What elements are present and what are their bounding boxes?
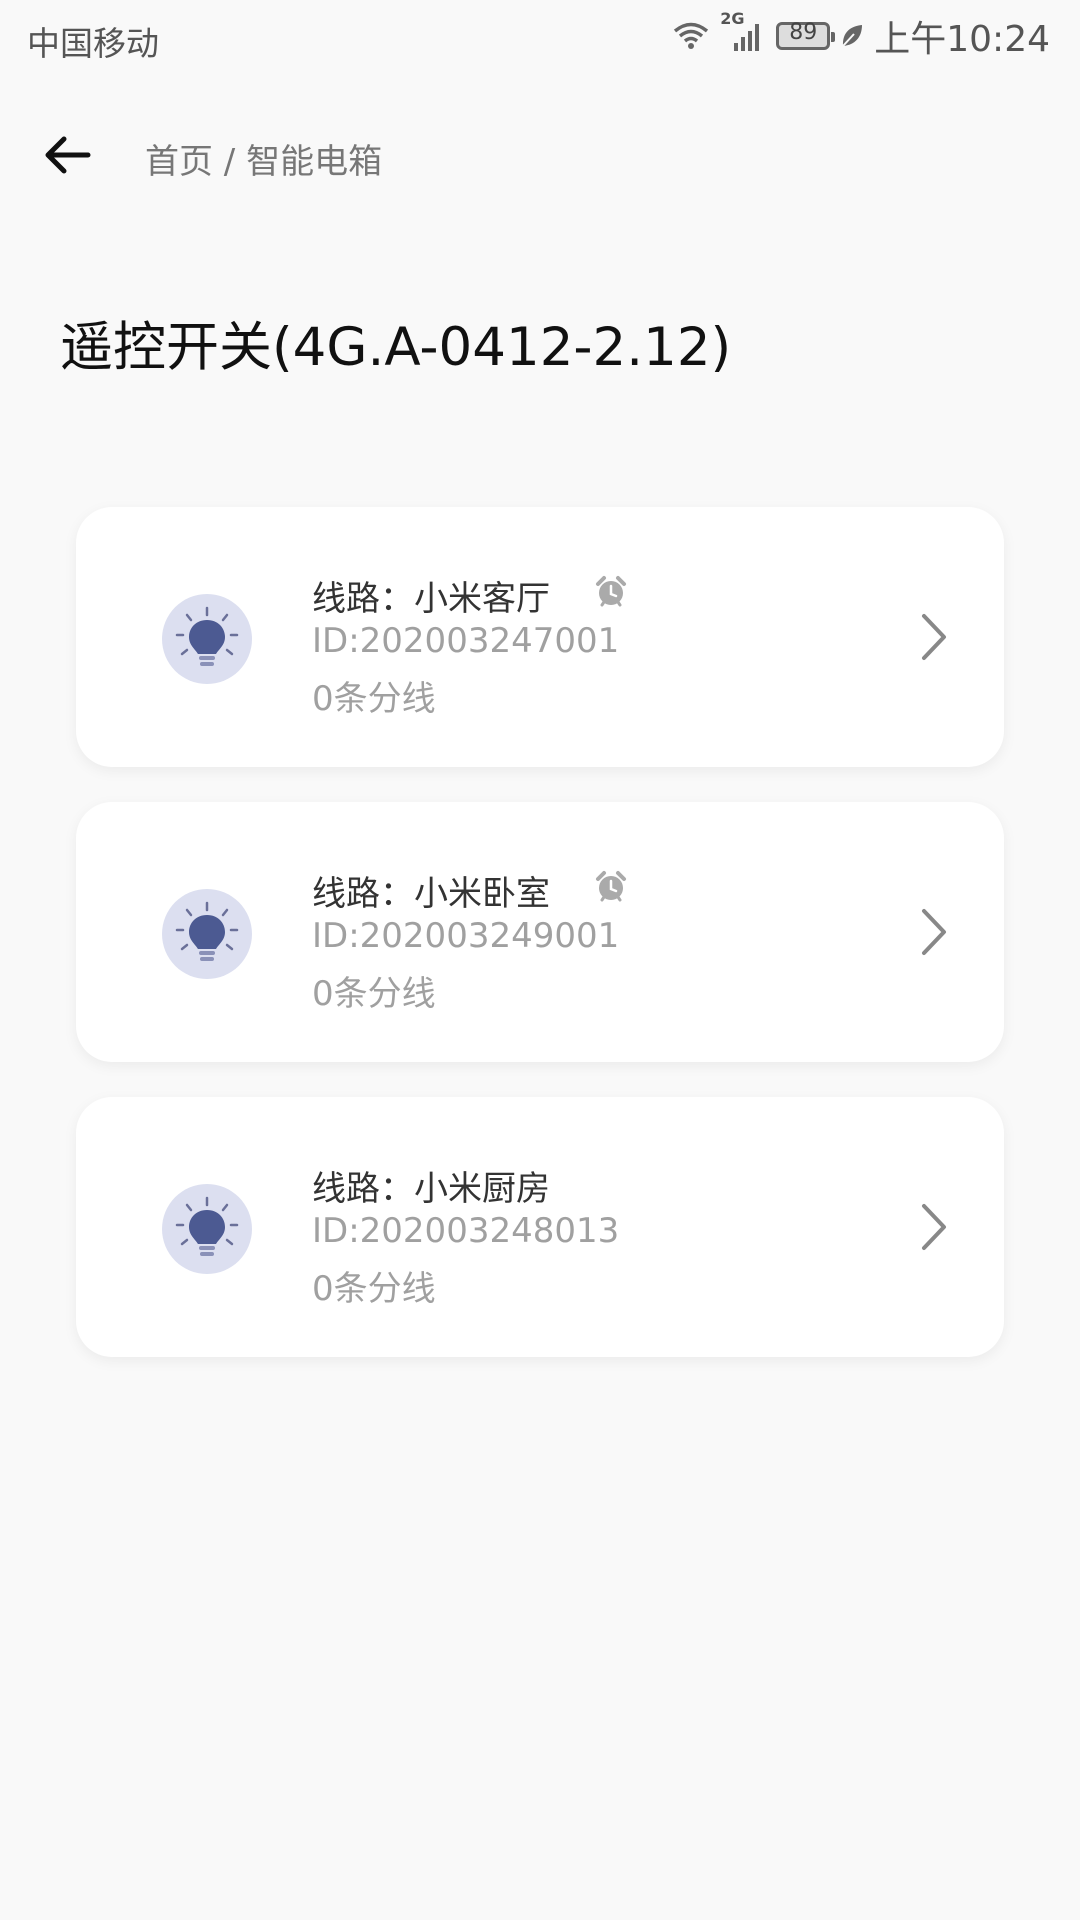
light-bulb-icon	[162, 889, 252, 979]
carrier-name: 中国移动	[27, 24, 159, 63]
leaf-icon	[840, 23, 864, 49]
chevron-right-icon[interactable]	[916, 907, 952, 957]
network-type-label: 2G	[720, 9, 745, 28]
status-icons: 2G 89 上午10:24	[672, 9, 1050, 60]
battery-level: 89	[789, 20, 818, 45]
signal-icon: 2G	[720, 9, 766, 53]
breadcrumb[interactable]: 首页 / 智能电箱	[145, 134, 382, 183]
status-bar: 中国移动 2G 89 上午10:24	[0, 0, 1080, 76]
nav-bar: 首页 / 智能电箱	[0, 115, 1080, 195]
line-id: ID:202003248013	[312, 1211, 620, 1251]
line-branch-count: 0条分线	[312, 974, 436, 1014]
line-id: ID:202003249001	[312, 916, 620, 956]
line-name: 线路：小米卧室	[312, 874, 550, 914]
line-branch-count: 0条分线	[312, 1269, 436, 1309]
line-name: 线路：小米客厅	[312, 579, 550, 619]
chevron-right-icon[interactable]	[916, 612, 952, 662]
light-bulb-icon	[162, 1184, 252, 1274]
back-arrow-icon	[45, 136, 91, 174]
line-card[interactable]: 线路：小米客厅 ID:202003247001 0条分线	[76, 507, 1004, 767]
line-name: 线路：小米厨房	[312, 1169, 550, 1209]
page-title: 遥控开关(4G.A-0412-2.12)	[60, 317, 732, 378]
alarm-clock-icon	[594, 870, 628, 904]
line-id: ID:202003247001	[312, 621, 620, 661]
line-card[interactable]: 线路：小米卧室 ID:202003249001 0条分线	[76, 802, 1004, 1062]
clock-time: 上午10:24	[874, 19, 1050, 60]
chevron-right-icon[interactable]	[916, 1202, 952, 1252]
back-button[interactable]	[40, 133, 100, 177]
line-card[interactable]: 线路：小米厨房 ID:202003248013 0条分线	[76, 1097, 1004, 1357]
alarm-clock-icon	[594, 575, 628, 609]
wifi-icon	[672, 21, 710, 51]
battery-icon: 89	[776, 20, 836, 50]
line-branch-count: 0条分线	[312, 679, 436, 719]
light-bulb-icon	[162, 594, 252, 684]
